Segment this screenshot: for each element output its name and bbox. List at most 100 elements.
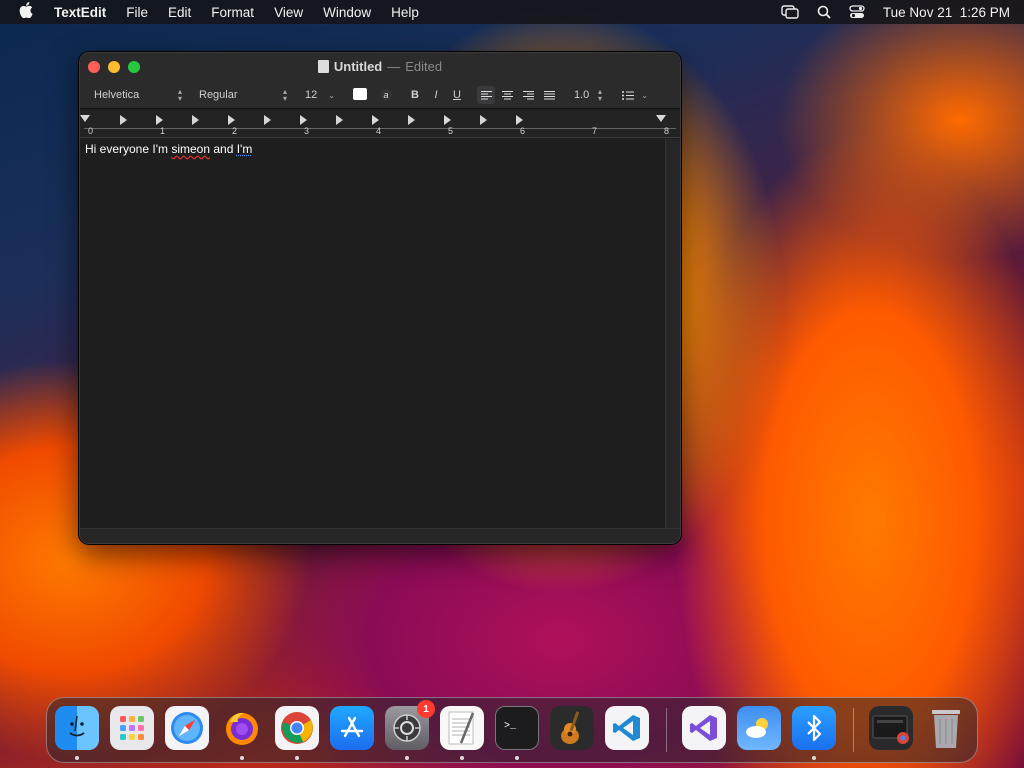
grammar-flagged-word[interactable]: I'm [237, 142, 253, 156]
font-style-value: Regular [199, 89, 238, 101]
firefox-icon[interactable] [220, 706, 264, 750]
garageband-icon[interactable] [550, 706, 594, 750]
running-indicator [460, 756, 464, 760]
tab-stop[interactable] [372, 115, 379, 125]
ruler-number: 7 [592, 126, 598, 136]
ruler-number: 6 [520, 126, 526, 136]
finder-icon[interactable] [55, 706, 99, 750]
align-right-icon[interactable] [519, 86, 537, 104]
tab-stop[interactable] [336, 115, 343, 125]
align-center-icon[interactable] [498, 86, 516, 104]
select-arrows-icon: ▴ ▾ [177, 87, 182, 103]
font-size-value: 12 [305, 89, 318, 101]
underline-button[interactable]: U [448, 86, 466, 104]
dock: 1 >_ [46, 697, 978, 763]
weather-icon[interactable] [737, 706, 781, 750]
document-icon[interactable] [317, 60, 329, 73]
ruler-number: 2 [232, 126, 238, 136]
text-color-swatch[interactable] [353, 88, 367, 100]
misspelled-word[interactable]: simeon [171, 142, 210, 156]
menu-bar: TextEdit File Edit Format View Window He… [0, 0, 1024, 24]
ruler-number: 5 [448, 126, 454, 136]
menu-edit[interactable]: Edit [158, 5, 201, 20]
screen-mirroring-icon[interactable] [781, 5, 799, 19]
dock-separator [666, 708, 667, 752]
window-title: Untitled — Edited [80, 59, 680, 74]
ruler[interactable]: 0 1 2 3 4 5 6 7 8 [80, 110, 680, 138]
font-style-select[interactable]: Regular ▴ ▾ [193, 86, 291, 104]
first-line-indent-marker[interactable] [80, 115, 90, 122]
ruler-number: 4 [376, 126, 382, 136]
vscode-icon[interactable] [605, 706, 649, 750]
launchpad-icon[interactable] [110, 706, 154, 750]
list-style-select[interactable]: ⌄ [616, 86, 652, 104]
tab-stop[interactable] [444, 115, 451, 125]
trash-icon[interactable] [924, 706, 968, 750]
spotlight-search-icon[interactable] [817, 5, 831, 19]
font-size-combo[interactable]: 12 ⌄ [299, 86, 339, 104]
running-indicator [515, 756, 519, 760]
tab-stop[interactable] [300, 115, 307, 125]
align-justify-icon[interactable] [540, 86, 558, 104]
format-toolbar: Helvetica ▴ ▾ Regular ▴ ▾ 12 ⌄ a B I U 1… [80, 85, 680, 105]
downloads-stack-icon[interactable] [869, 706, 913, 750]
select-arrows-icon: ▴ ▾ [597, 87, 602, 103]
running-indicator [405, 756, 409, 760]
ruler-number: 3 [304, 126, 310, 136]
tab-stop[interactable] [264, 115, 271, 125]
italic-button[interactable]: I [427, 86, 445, 104]
tab-stop[interactable] [408, 115, 415, 125]
title-separator: — [387, 59, 401, 74]
ruler-number: 8 [664, 126, 670, 136]
terminal-icon[interactable]: >_ [495, 706, 539, 750]
running-indicator [75, 756, 79, 760]
bold-button[interactable]: B [406, 86, 424, 104]
running-indicator [240, 756, 244, 760]
tab-stop[interactable] [156, 115, 163, 125]
title-bar[interactable]: Untitled — Edited Helvetica ▴ ▾ Regular ▴… [80, 53, 680, 109]
chrome-icon[interactable] [275, 706, 319, 750]
running-indicator [295, 756, 299, 760]
visual-studio-icon[interactable] [682, 706, 726, 750]
svg-text:a: a [383, 90, 388, 100]
vertical-scrollbar[interactable] [665, 139, 680, 529]
document-state: Edited [405, 59, 443, 74]
line-spacing-select[interactable]: 1.0 ▴ ▾ [568, 86, 606, 104]
document-text: Hi everyone I'm [85, 142, 172, 156]
system-settings-icon[interactable]: 1 [385, 700, 435, 750]
document-name[interactable]: Untitled [334, 59, 382, 74]
document-text-area[interactable]: Hi everyone I'm simeon and I'm [80, 139, 666, 529]
menu-file[interactable]: File [116, 5, 158, 20]
textedit-icon[interactable] [440, 706, 484, 750]
horizontal-scrollbar[interactable] [80, 528, 680, 543]
svg-text:>_: >_ [504, 721, 517, 732]
tab-stop[interactable] [516, 115, 523, 125]
bluetooth-icon[interactable] [792, 706, 836, 750]
tab-stop[interactable] [228, 115, 235, 125]
ruler-number: 1 [160, 126, 166, 136]
app-store-icon[interactable] [330, 706, 374, 750]
textedit-window: Untitled — Edited Helvetica ▴ ▾ Regular ▴… [79, 52, 681, 544]
highlight-color-icon[interactable]: a [377, 86, 395, 104]
menu-help[interactable]: Help [381, 5, 429, 20]
menu-view[interactable]: View [264, 5, 313, 20]
font-family-select[interactable]: Helvetica ▴ ▾ [88, 86, 186, 104]
tab-stop[interactable] [120, 115, 127, 125]
select-arrows-icon: ▴ ▾ [282, 87, 287, 103]
align-left-icon[interactable] [477, 86, 495, 104]
apple-menu-icon[interactable] [0, 2, 52, 22]
chevron-down-icon: ⌄ [328, 90, 335, 100]
tab-stop[interactable] [480, 115, 487, 125]
menu-format[interactable]: Format [201, 5, 264, 20]
control-center-icon[interactable] [849, 5, 865, 19]
right-indent-marker[interactable] [656, 115, 666, 122]
ruler-number: 0 [88, 126, 94, 136]
bullet-list-icon [622, 90, 634, 100]
menu-app-name[interactable]: TextEdit [52, 5, 116, 20]
font-family-value: Helvetica [94, 89, 140, 101]
document-text: and [210, 142, 237, 156]
tab-stop[interactable] [192, 115, 199, 125]
safari-icon[interactable] [165, 706, 209, 750]
menu-window[interactable]: Window [313, 5, 381, 20]
menu-clock[interactable]: Tue Nov 21 1:26 PM [883, 5, 1010, 20]
